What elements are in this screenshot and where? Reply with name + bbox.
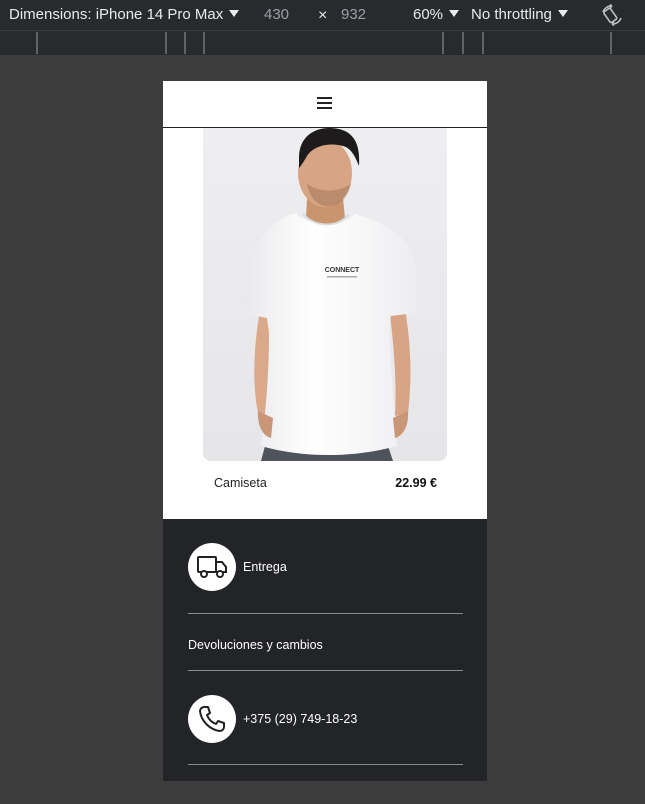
site-footer: Entrega Devoluciones y cambios +375 (29)… xyxy=(163,519,487,781)
phone-icon-badge xyxy=(188,695,236,743)
zoom-dropdown[interactable]: 60% xyxy=(413,6,460,23)
returns-link[interactable]: Devoluciones y cambios xyxy=(188,638,323,652)
ruler-tick[interactable] xyxy=(36,32,38,54)
ruler-tick[interactable] xyxy=(184,32,186,54)
divider xyxy=(188,613,463,614)
footer-item-delivery[interactable]: Entrega xyxy=(188,543,463,595)
product-name[interactable]: Camiseta xyxy=(214,476,267,490)
devtools-toolbar: Dimensions: iPhone 14 Pro Max 430 × 932 … xyxy=(0,0,645,31)
truck-icon xyxy=(197,556,227,578)
truck-icon-badge xyxy=(188,543,236,591)
zoom-label: 60% xyxy=(413,6,444,23)
tshirt-brand: CONNECT xyxy=(325,267,360,274)
site-header xyxy=(163,81,487,128)
rotate-icon[interactable] xyxy=(600,3,624,27)
phone-label: +375 (29) 749-18-23 xyxy=(243,712,358,726)
product-price: 22.99 € xyxy=(395,476,437,490)
height-input[interactable]: 932 xyxy=(341,6,366,23)
ruler-tick[interactable] xyxy=(610,32,612,54)
device-viewport: CONNECT Camiseta 22.99 € Entrega Devoluc… xyxy=(163,81,487,781)
divider xyxy=(188,670,463,671)
delivery-label: Entrega xyxy=(243,560,287,574)
width-input[interactable]: 430 xyxy=(264,6,289,23)
ruler-tick[interactable] xyxy=(462,32,464,54)
ruler-tick[interactable] xyxy=(442,32,444,54)
device-dropdown[interactable]: Dimensions: iPhone 14 Pro Max xyxy=(9,6,240,23)
device-dropdown-label: Dimensions: iPhone 14 Pro Max xyxy=(9,6,224,23)
footer-item-phone[interactable]: +375 (29) 749-18-23 xyxy=(188,695,463,747)
ruler-tick[interactable] xyxy=(203,32,205,54)
ruler-tick[interactable] xyxy=(165,32,167,54)
dimension-separator: × xyxy=(318,7,328,24)
chevron-down-icon xyxy=(557,9,568,17)
phone-icon xyxy=(199,706,225,732)
ruler-tick[interactable] xyxy=(482,32,484,54)
media-query-bar xyxy=(0,31,645,55)
chevron-down-icon xyxy=(229,9,240,17)
divider xyxy=(188,764,463,765)
menu-icon[interactable] xyxy=(317,97,332,109)
throttling-label: No throttling xyxy=(471,6,552,23)
product-image[interactable]: CONNECT xyxy=(203,128,447,461)
throttling-dropdown[interactable]: No throttling xyxy=(471,6,568,23)
chevron-down-icon xyxy=(449,9,460,17)
